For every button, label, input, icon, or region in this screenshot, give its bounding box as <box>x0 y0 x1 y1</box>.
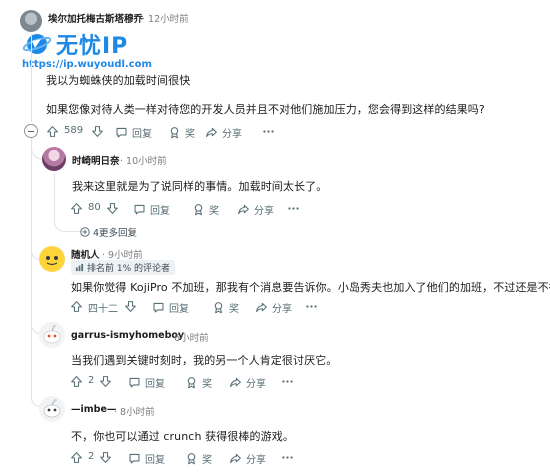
downvote-button[interactable] <box>99 375 112 388</box>
award-button[interactable]: 奖 <box>185 375 212 390</box>
planet-icon <box>22 34 52 54</box>
comment-text: 当我们遇到关键时刻时，我的另一个人肯定很讨厌它。 <box>71 354 338 367</box>
comment-time: · 8小时前 <box>114 407 155 418</box>
upvote-button[interactable] <box>70 451 83 464</box>
reply-button[interactable]: 回复 <box>133 202 170 217</box>
reply-button[interactable]: 回复 <box>128 451 165 466</box>
comment-text-line: 如果您像对待人类一样对待您的开发人员并且不对他们施加压力，您会得到这样的结果吗? <box>46 103 485 116</box>
more-replies-link[interactable]: 4更多回复 <box>80 225 137 239</box>
avatar[interactable] <box>39 322 65 348</box>
award-button[interactable]: 奖 <box>192 202 219 217</box>
thread-line[interactable] <box>31 34 32 122</box>
downvote-button[interactable] <box>106 202 119 215</box>
watermark-url: https://ip.wuyoudl.com <box>22 59 152 70</box>
username[interactable]: 时崎明日奈 <box>72 153 120 167</box>
watermark-logo: 无忧IP https://ip.wuyoudl.com <box>22 28 152 70</box>
avatar[interactable] <box>39 246 65 272</box>
upvote-button[interactable] <box>70 375 83 388</box>
more-options-button[interactable] <box>281 451 294 464</box>
share-button[interactable]: 分享 <box>237 202 274 217</box>
vote-count: 589 <box>64 125 84 136</box>
snoo-icon <box>43 398 61 418</box>
upvote-button[interactable] <box>46 125 59 138</box>
more-options-button[interactable] <box>262 125 275 138</box>
username[interactable]: 埃尔加托梅古斯塔穆乔 <box>48 11 143 25</box>
share-button[interactable]: 分享 <box>229 451 266 466</box>
badge-icon <box>75 263 84 272</box>
more-options-button[interactable] <box>287 202 300 215</box>
comment-text: 我来这里就是为了说同样的事情。加载时间太长了。 <box>72 180 328 193</box>
upvote-button[interactable] <box>70 202 83 215</box>
avatar[interactable] <box>42 147 66 171</box>
vote-count: 四十二 <box>88 304 118 315</box>
username[interactable]: 随机人 <box>71 247 100 261</box>
award-button[interactable]: 奖 <box>168 125 195 140</box>
snoo-icon <box>39 322 65 348</box>
comment-time: · 6小时前 <box>168 333 209 344</box>
reply-button[interactable]: 回复 <box>152 300 189 315</box>
comment-text: 不，你也可以通过 crunch 获得很棒的游戏。 <box>71 430 294 443</box>
more-options-button[interactable] <box>305 300 318 313</box>
vote-count: 2 <box>88 375 95 386</box>
downvote-button[interactable] <box>91 125 104 138</box>
comment-time: · 12小时前 <box>142 14 189 25</box>
avatar[interactable] <box>39 396 65 422</box>
comment-time: · 9小时前 <box>102 250 143 261</box>
snoo-icon <box>39 246 65 272</box>
comment-text: 如果你觉得 KojiPro 不加班，那我有个消息要告诉你。小岛秀夫也加入了他们的… <box>71 281 550 294</box>
reply-button[interactable]: 回复 <box>128 375 165 390</box>
award-button[interactable]: 奖 <box>185 451 212 466</box>
collapse-thread-button[interactable] <box>24 124 38 138</box>
watermark-title: 无忧IP <box>56 34 129 59</box>
award-button[interactable]: 奖 <box>212 300 239 315</box>
share-button[interactable]: 分享 <box>229 375 266 390</box>
username[interactable]: —imbe— <box>71 404 116 415</box>
downvote-button[interactable] <box>124 300 137 313</box>
comment-text-line: 我以为蜘蛛侠的加载时间很快 <box>46 74 191 87</box>
share-button[interactable]: 分享 <box>255 300 292 315</box>
more-options-button[interactable] <box>281 375 294 388</box>
thread-line[interactable] <box>31 138 32 400</box>
thread-line[interactable] <box>54 173 55 225</box>
comment-time: · 10小时前 <box>120 156 167 167</box>
downvote-button[interactable] <box>99 451 112 464</box>
top-commenter-badge: 排名前 1% 的评论者 <box>71 260 175 275</box>
reply-button[interactable]: 回复 <box>115 125 152 140</box>
share-button[interactable]: 分享 <box>205 125 242 140</box>
vote-count: 2 <box>88 451 95 462</box>
expand-icon <box>80 227 90 237</box>
upvote-button[interactable] <box>70 300 83 313</box>
vote-count: 80 <box>88 202 101 213</box>
